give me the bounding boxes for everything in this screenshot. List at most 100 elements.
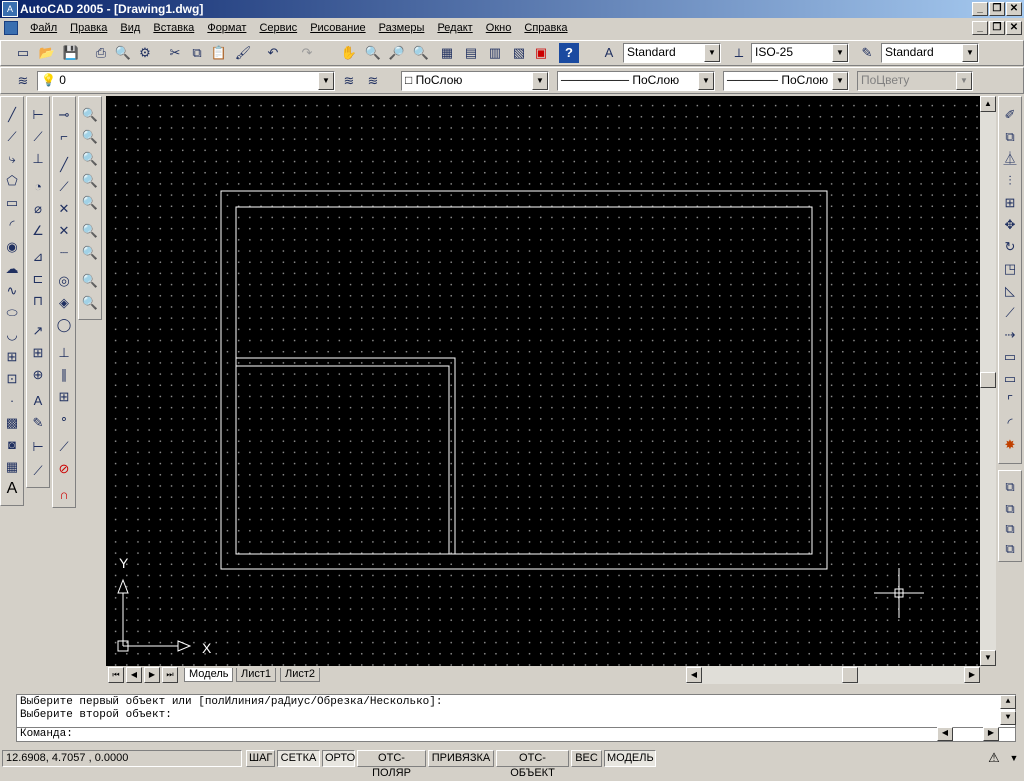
snap-from-icon[interactable]: ⌐: [54, 127, 74, 147]
text-style-combo[interactable]: Standard ▼: [623, 43, 721, 63]
title-block-inner[interactable]: [236, 365, 450, 554]
command-scroll-left-icon[interactable]: ◀: [937, 727, 953, 741]
print-icon[interactable]: ⎙: [91, 43, 111, 63]
scroll-right-icon[interactable]: ▶: [964, 667, 980, 683]
table-icon[interactable]: ▦: [2, 457, 22, 477]
rotate-icon[interactable]: ↻: [1000, 237, 1020, 257]
scale-icon[interactable]: ◳: [1000, 259, 1020, 279]
status-toggle-model[interactable]: МОДЕЛЬ: [604, 750, 656, 767]
menu-window[interactable]: Окно: [481, 18, 517, 38]
redo-icon[interactable]: ↷: [297, 43, 317, 63]
coordinate-readout[interactable]: 12.6908, 4.7057 , 0.0000: [2, 750, 242, 767]
tab-layout2[interactable]: Лист2: [280, 668, 321, 682]
center-mark-icon[interactable]: ⊕: [28, 365, 48, 385]
fillet-icon[interactable]: ◜: [1000, 413, 1020, 433]
scroll-down-icon[interactable]: ▼: [980, 650, 996, 666]
layer-combo[interactable]: 💡 0 ▼: [37, 71, 335, 91]
command-input-line[interactable]: Команда:: [17, 727, 1015, 742]
sheet-set-icon[interactable]: ▧: [509, 43, 529, 63]
trim-icon[interactable]: ⟋: [1000, 303, 1020, 323]
snap-center-icon[interactable]: ◎: [54, 271, 74, 291]
zoom-scale-icon[interactable]: 🔍: [80, 149, 100, 169]
command-scroll-right-icon[interactable]: ▶: [983, 727, 999, 741]
snap-intersection-icon[interactable]: ✕: [54, 199, 74, 219]
command-scroll-up-icon[interactable]: ▲: [1000, 695, 1016, 709]
hatch-icon[interactable]: ▩: [2, 413, 22, 433]
snap-none-icon[interactable]: ⊘: [54, 459, 74, 479]
array-icon[interactable]: ⊞: [1000, 193, 1020, 213]
zoom-extents-icon[interactable]: 🔍: [80, 293, 100, 313]
revision-cloud-icon[interactable]: ☁: [2, 259, 22, 279]
properties-icon[interactable]: ▦: [437, 43, 457, 63]
offset-icon[interactable]: ⫶: [1000, 171, 1020, 191]
maximize-button[interactable]: ❐: [989, 2, 1005, 16]
cut-icon[interactable]: ✂: [165, 43, 185, 63]
drawing-canvas[interactable]: X Y: [106, 96, 980, 666]
design-center-icon[interactable]: ▤: [461, 43, 481, 63]
match-properties-icon[interactable]: 🖌: [233, 43, 253, 63]
status-menu-icon[interactable]: ▼: [1008, 750, 1020, 766]
chamfer-icon[interactable]: ⌜: [1000, 391, 1020, 411]
inner-frame[interactable]: [235, 206, 813, 555]
snap-nearest-icon[interactable]: ⟋: [54, 437, 74, 457]
color-combo[interactable]: □ ПоСлою ▼: [401, 71, 549, 91]
menu-insert[interactable]: Вставка: [148, 18, 199, 38]
chevron-down-icon[interactable]: ▼: [962, 44, 978, 62]
zoom-center-icon[interactable]: 🔍: [80, 171, 100, 191]
publish-icon[interactable]: ⚙: [135, 43, 155, 63]
command-scroll-down-icon[interactable]: ▼: [1000, 711, 1016, 725]
radius-dim-icon[interactable]: ◔: [28, 177, 48, 197]
pan-icon[interactable]: ✋: [339, 43, 359, 63]
snap-perpendicular-icon[interactable]: ⊥: [54, 343, 74, 363]
dim-style-icon[interactable]: ⟂: [729, 43, 749, 63]
snap-parallel-icon[interactable]: ∥: [54, 365, 74, 385]
status-toggle-grid[interactable]: СЕТКА: [277, 750, 320, 767]
zoom-all-icon[interactable]: 🔍: [80, 271, 100, 291]
lineweight-combo[interactable]: ────── ПоСлою ▼: [723, 71, 849, 91]
outer-frame[interactable]: [220, 190, 828, 570]
status-toggle-lwt[interactable]: ВЕС: [571, 750, 602, 767]
chevron-down-icon[interactable]: ▼: [704, 44, 720, 62]
make-current-layer-icon[interactable]: ≋: [339, 71, 359, 91]
open-icon[interactable]: 📂: [37, 43, 57, 63]
leader-icon[interactable]: ↗: [28, 321, 48, 341]
zoom-window-icon[interactable]: 🔍: [80, 105, 100, 125]
zoom-object-icon[interactable]: 🔍: [80, 193, 100, 213]
zoom-dynamic-icon[interactable]: 🔍: [80, 127, 100, 147]
mirror-icon[interactable]: ⏅: [1000, 149, 1020, 169]
vertical-scrollbar[interactable]: ▲ ▼: [980, 96, 996, 666]
break-icon[interactable]: ▭: [1000, 369, 1020, 389]
scroll-left-icon[interactable]: ◀: [686, 667, 702, 683]
ellipse-icon[interactable]: ⬭: [2, 303, 22, 323]
status-toggle-snap[interactable]: ШАГ: [246, 750, 275, 767]
linear-dim-icon[interactable]: ⊢: [28, 105, 48, 125]
osnap-settings-icon[interactable]: ∩: [54, 485, 74, 505]
layer-manager-icon[interactable]: ≋: [13, 71, 33, 91]
menu-view[interactable]: Вид: [115, 18, 145, 38]
first-tab-icon[interactable]: ⏮: [108, 667, 124, 683]
chevron-down-icon[interactable]: ▼: [698, 72, 714, 90]
text-style-icon[interactable]: A: [599, 43, 619, 63]
make-block-icon[interactable]: ⊡: [2, 369, 22, 389]
continue-dim-icon[interactable]: ⊓: [28, 291, 48, 311]
zoom-in-icon[interactable]: 🔍: [80, 221, 100, 241]
copy-icon[interactable]: ⧉: [187, 43, 207, 63]
insert-block-icon[interactable]: ⊞: [2, 347, 22, 367]
zoom-previous-icon[interactable]: 🔍: [411, 43, 431, 63]
table-style-icon[interactable]: ✎: [857, 43, 877, 63]
multiline-text-icon[interactable]: A: [2, 479, 22, 499]
explode-icon[interactable]: ✸: [1000, 435, 1020, 455]
bring-above-icon[interactable]: ⧉: [1000, 519, 1020, 539]
horizontal-scroll-thumb[interactable]: [842, 667, 858, 683]
baseline-dim-icon[interactable]: ⊏: [28, 269, 48, 289]
break-at-point-icon[interactable]: ▭: [1000, 347, 1020, 367]
diameter-dim-icon[interactable]: ⌀: [28, 199, 48, 219]
vertical-scroll-thumb[interactable]: [980, 372, 996, 388]
snap-insert-icon[interactable]: ⊞: [54, 387, 74, 407]
tool-palettes-icon[interactable]: ▥: [485, 43, 505, 63]
angular-dim-icon[interactable]: ∠: [28, 221, 48, 241]
tab-layout1[interactable]: Лист1: [236, 668, 277, 682]
doc-minimize-button[interactable]: _: [972, 21, 988, 35]
tab-model[interactable]: Модель: [184, 668, 234, 682]
extend-icon[interactable]: ⇢: [1000, 325, 1020, 345]
